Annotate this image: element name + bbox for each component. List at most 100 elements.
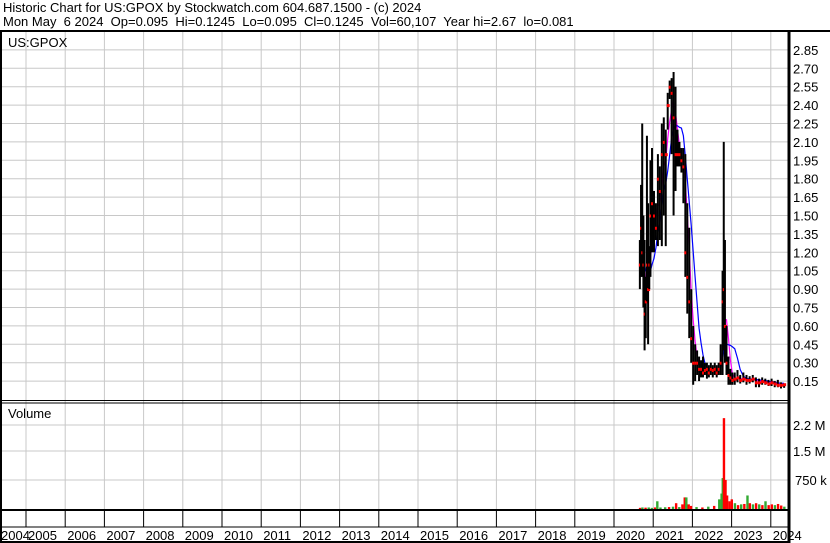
volume-bar [718, 499, 721, 509]
volume-bar [663, 507, 667, 509]
volume-bar [730, 499, 733, 509]
y-tick-label: 1.05 [793, 264, 818, 279]
volume-bar [751, 504, 755, 509]
close-marker [736, 376, 740, 380]
x-tick-label: 2004 [1, 528, 30, 543]
close-marker [733, 377, 737, 381]
volume-bar [779, 505, 783, 509]
y-tick-label: 0.30 [793, 356, 818, 371]
volume-bar [740, 504, 743, 509]
volume-bar [770, 504, 773, 509]
close-marker [666, 104, 670, 108]
volume-bar [671, 506, 675, 509]
x-tick-label: 2019 [577, 528, 606, 543]
symbol-label: US:GPOX [8, 35, 68, 50]
y-tick-label: 2.55 [793, 80, 818, 95]
y-tick-label: 2.40 [793, 98, 818, 113]
close-marker [748, 378, 752, 382]
close-marker [758, 381, 762, 385]
volume-bar [701, 507, 704, 509]
x-tick-label: 2015 [420, 528, 449, 543]
volume-tick-label: 1.5 M [793, 444, 826, 459]
volume-bar [773, 505, 777, 509]
y-tick-label: 1.35 [793, 227, 818, 242]
y-tick-label: 0.75 [793, 301, 818, 316]
close-marker [776, 383, 780, 387]
y-tick-label: 2.25 [793, 117, 818, 132]
y-tick-label: 0.15 [793, 374, 818, 389]
x-tick-label: 2023 [734, 528, 763, 543]
volume-bar [754, 503, 758, 509]
x-tick-label: 2006 [67, 528, 96, 543]
volume-tick-label: 750 k [795, 473, 827, 488]
y-tick-label: 0.45 [793, 337, 818, 352]
volume-bar [725, 495, 729, 509]
y-tick-label: 1.95 [793, 153, 818, 168]
volume-bar [736, 505, 740, 509]
volume-bar [647, 507, 650, 509]
close-marker [739, 378, 743, 382]
x-tick-label: 2009 [185, 528, 214, 543]
close-marker [773, 382, 777, 386]
close-marker [770, 381, 774, 385]
x-tick-label: 2018 [538, 528, 567, 543]
y-tick-label: 1.80 [793, 172, 818, 187]
y-tick-label: 0.60 [793, 319, 818, 334]
close-marker [779, 383, 783, 387]
y-tick-label: 2.85 [793, 43, 818, 58]
close-marker [761, 380, 765, 384]
x-tick-label: 2010 [224, 528, 253, 543]
volume-bar [748, 503, 752, 509]
close-marker [751, 377, 755, 381]
volume-bar [733, 503, 737, 509]
x-tick-label: 2014 [381, 528, 410, 543]
close-marker [783, 383, 787, 387]
volume-tick-label: 2.2 M [793, 418, 826, 433]
x-tick-label: 2021 [655, 528, 684, 543]
volume-bar [743, 503, 746, 509]
volume-bar [674, 503, 678, 509]
volume-bar [659, 507, 662, 509]
volume-bar [685, 497, 688, 509]
volume-bar [653, 507, 657, 509]
volume-bar [638, 507, 642, 509]
close-marker [767, 382, 771, 386]
volume-bar [678, 507, 681, 509]
x-tick-label: 2008 [146, 528, 175, 543]
volume-bar [758, 504, 761, 509]
volume-bar [681, 504, 684, 509]
x-tick-label: 2012 [302, 528, 331, 543]
volume-bar [667, 507, 671, 509]
x-tick-label: 2020 [616, 528, 645, 543]
x-tick-label: 2024 [773, 528, 802, 543]
volume-bar [641, 507, 644, 509]
volume-bar [776, 503, 780, 509]
x-tick-label: 2011 [263, 528, 291, 543]
y-tick-label: 2.70 [793, 61, 818, 76]
close-marker [742, 377, 746, 381]
close-marker [764, 381, 768, 385]
x-tick-label: 2022 [694, 528, 723, 543]
volume-bar [656, 501, 659, 509]
volume-bar [707, 506, 710, 509]
x-tick-label: 2005 [28, 528, 57, 543]
y-tick-label: 1.50 [793, 209, 818, 224]
volume-bar [644, 507, 647, 509]
volume-bar [728, 501, 731, 509]
volume-bar [695, 507, 698, 509]
y-tick-label: 1.65 [793, 190, 818, 205]
y-tick-label: 0.90 [793, 282, 818, 297]
stock-chart: US:GPOX Volume 20042005 2006 2007 2008 2009 2… [0, 30, 830, 543]
volume-bar [783, 506, 786, 509]
x-tick-label: 2007 [106, 528, 135, 543]
y-tick-label: 2.10 [793, 135, 818, 150]
volume-bar [712, 505, 716, 509]
volume-bar [746, 495, 749, 509]
close-marker [664, 153, 668, 157]
volume-bar [650, 507, 654, 509]
volume-label: Volume [8, 406, 51, 421]
close-marker [754, 381, 758, 385]
volume-bar [767, 505, 770, 509]
volume-bar [689, 505, 693, 509]
x-tick-label: 2016 [459, 528, 488, 543]
